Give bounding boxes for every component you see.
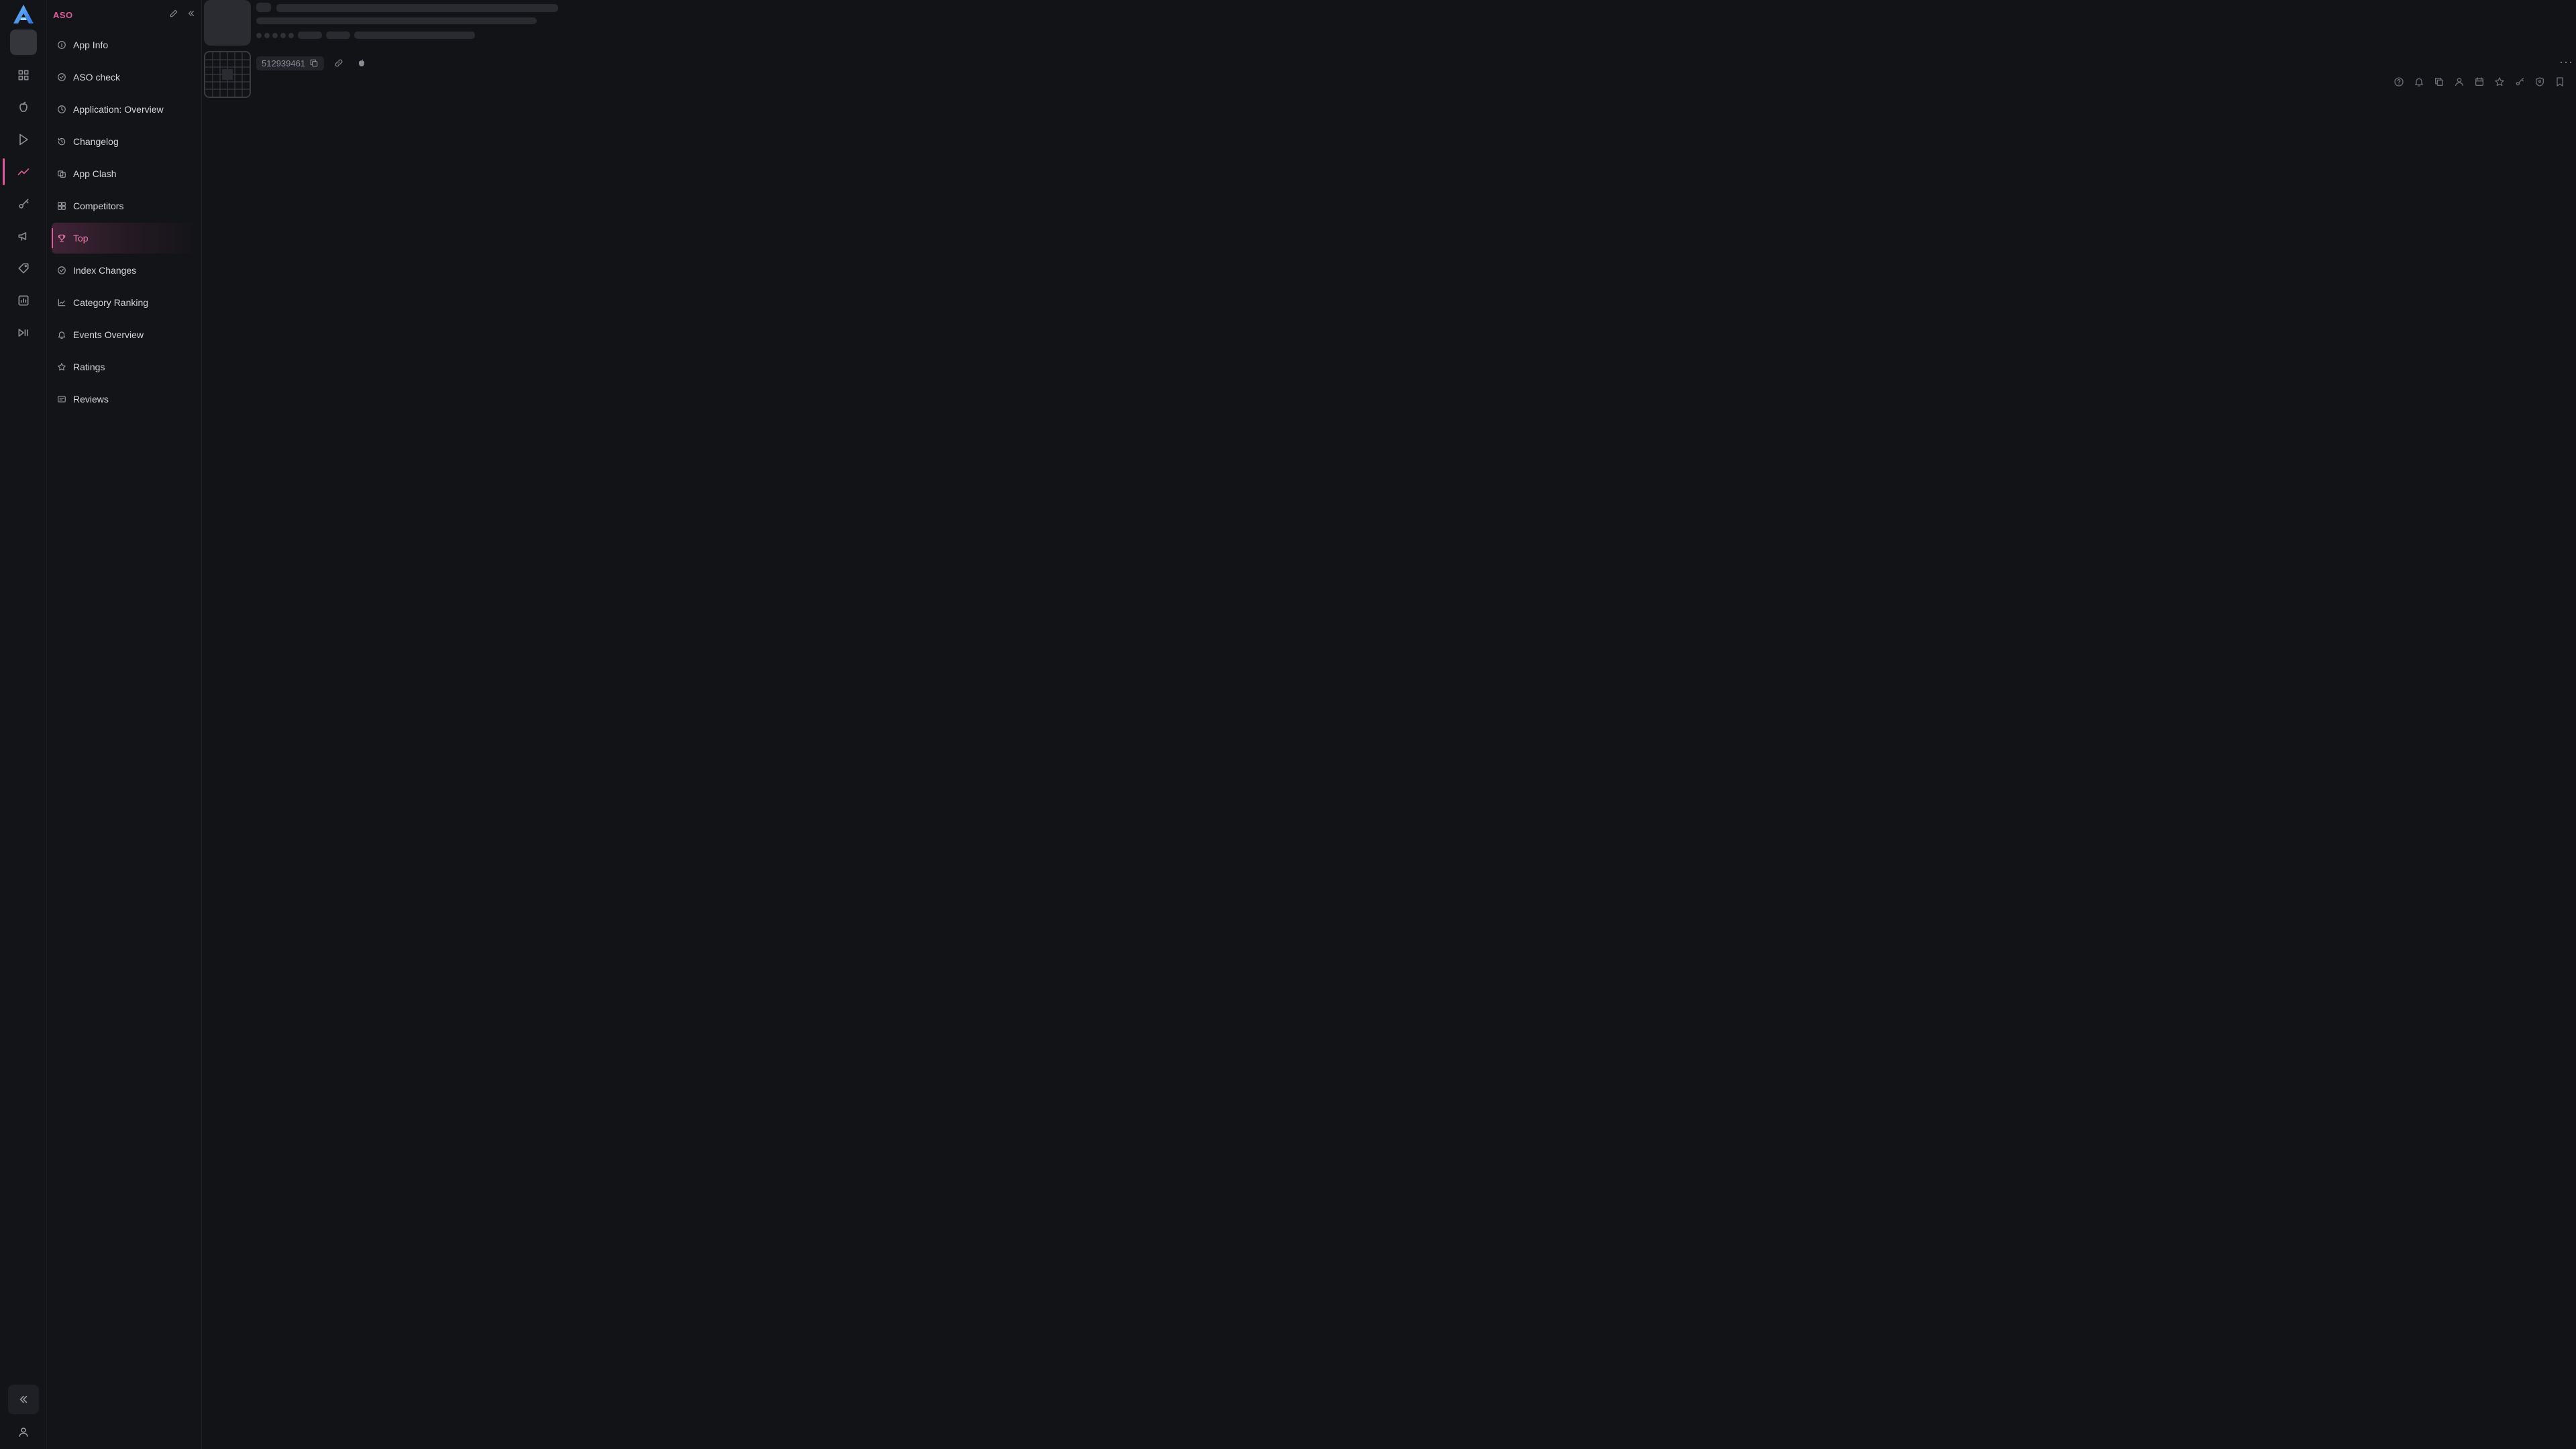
qr-code-icon[interactable] [204,51,251,98]
clock-icon [58,105,66,113]
sidebar-item-aso-check[interactable]: ASO check [52,62,198,93]
notification-icon[interactable] [2412,75,2426,89]
integrations-icon[interactable] [10,319,37,346]
sidebar-item-top[interactable]: Top [52,223,198,254]
apple-store-icon[interactable] [10,94,37,121]
google-play-icon[interactable] [10,126,37,153]
reports-icon[interactable] [10,287,37,314]
user-profile-icon[interactable] [10,1419,37,1446]
shield-icon[interactable] [2533,75,2546,89]
skeleton-chip [326,32,350,39]
sidebar-item-label: Competitors [73,201,124,211]
sidebar-item-label: Category Ranking [73,297,149,308]
chart-icon [58,299,66,307]
index-icon [58,266,66,274]
copy-icon[interactable] [309,58,319,68]
aso-analytics-icon[interactable] [10,158,37,185]
rail-active-indicator [3,158,5,185]
user-icon[interactable] [2453,75,2466,89]
sidebar-item-application-overview[interactable]: Application: Overview [52,94,198,125]
bell-icon [58,331,66,339]
sidebar-item-label: Events Overview [73,329,144,340]
sidebar-item-label: Ratings [73,362,105,372]
workspace-avatar[interactable] [10,30,37,55]
history-icon [58,138,66,146]
action-toolbar [2392,75,2567,89]
sidebar-item-label: Changelog [73,136,119,147]
sidebar-item-changelog[interactable]: Changelog [52,126,198,157]
sidebar-item-competitors[interactable]: Competitors [52,191,198,221]
skeleton-meta [354,32,475,39]
sidebar-item-label: Top [73,233,89,244]
sidebar-item-label: Reviews [73,394,109,405]
sidebar-item-app-info[interactable]: App Info [52,30,198,60]
help-icon[interactable] [2392,75,2406,89]
collapse-sidebar-icon[interactable] [186,9,196,21]
sidebar-item-label: App Info [73,40,109,50]
skeleton-subtitle [256,17,537,24]
star-icon[interactable] [2493,75,2506,89]
sidebar-item-category-ranking[interactable]: Category Ranking [52,287,198,318]
info-icon [58,41,66,49]
sidebar-item-index-changes[interactable]: Index Changes [52,255,198,286]
sidebar-item-ratings[interactable]: Ratings [52,352,198,382]
collapse-rail-button[interactable] [8,1385,39,1414]
more-options-icon[interactable]: ··· [2559,55,2573,69]
edit-icon[interactable] [169,9,178,21]
app-logo-icon[interactable] [11,3,36,27]
section-sidebar: ASO App Info ASO check Application: Over… [48,0,202,1449]
keywords-icon[interactable] [10,191,37,217]
sidebar-menu: App Info ASO check Application: Overview… [52,30,198,416]
dashboard-icon[interactable] [10,62,37,89]
sidebar-item-app-clash[interactable]: App Clash [52,158,198,189]
sidebar-item-label: Index Changes [73,265,137,276]
skeleton-rating-dot [288,33,294,38]
tags-icon[interactable] [10,255,37,282]
sidebar-item-label: ASO check [73,72,121,83]
skeleton-rating-dot [256,33,262,38]
skeleton-rating-dot [272,33,278,38]
apple-icon [354,55,370,71]
skeleton-chip [298,32,322,39]
clash-icon [58,170,66,178]
app-id-row: 512939461 [256,55,370,71]
competitors-icon [58,202,66,210]
icon-rail [0,0,47,1449]
skeleton-title [276,4,558,12]
sidebar-item-label: App Clash [73,168,117,179]
sidebar-item-reviews[interactable]: Reviews [52,384,198,415]
sidebar-header: ASO [53,5,196,24]
check-circle-icon [58,73,66,81]
skeleton-rating-dot [264,33,270,38]
skeleton-rating-dot [280,33,286,38]
reviews-icon [58,396,66,402]
app-id-value: 512939461 [262,58,306,68]
app-id-chip[interactable]: 512939461 [256,56,325,70]
copy-icon[interactable] [2432,75,2446,89]
key-icon[interactable] [2513,75,2526,89]
main-content: 512939461 ··· [203,0,2576,1449]
sidebar-item-label: Application: Overview [73,104,164,115]
bookmark-icon[interactable] [2553,75,2567,89]
star-icon [58,363,66,371]
skeleton-badge [256,3,271,12]
sidebar-item-events-overview[interactable]: Events Overview [52,319,198,350]
section-title: ASO [53,9,73,20]
campaign-icon[interactable] [10,223,37,250]
link-icon[interactable] [331,55,347,71]
calendar-icon[interactable] [2473,75,2486,89]
trophy-icon [58,234,66,242]
app-icon-placeholder [204,0,251,46]
